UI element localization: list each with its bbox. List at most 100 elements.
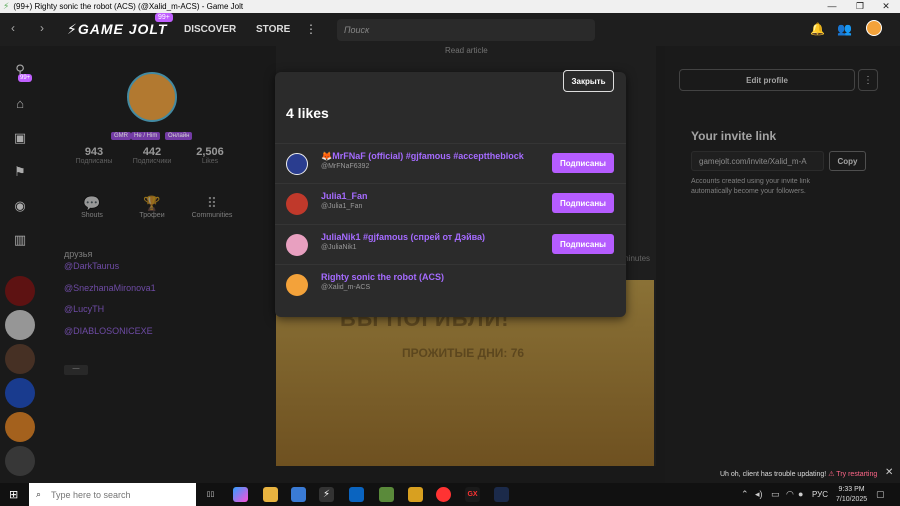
invite-description: Accounts created using your invite link …	[691, 178, 811, 195]
taskbar-search-input[interactable]	[29, 483, 196, 506]
profile-shouts[interactable]: 💬 Shouts	[72, 195, 112, 219]
speech-bubble-icon: 💬	[83, 195, 101, 211]
maximize-icon[interactable]: ❐	[846, 0, 874, 13]
windows-start-icon[interactable]: ⊞	[9, 488, 18, 501]
search-input[interactable]	[337, 19, 595, 41]
wifi-icon[interactable]: ◠	[786, 489, 794, 500]
liker-avatar[interactable]	[286, 193, 308, 215]
nav-more-icon[interactable]: ⋮	[305, 22, 317, 36]
realms-icon[interactable]: ▥	[10, 230, 30, 250]
liker-username: @Xalid_m-ACS	[321, 284, 371, 291]
friends-icon[interactable]: 👥	[837, 22, 852, 36]
like-row[interactable]: Julia1_Fan @Julia1_Fan Подписаны	[275, 183, 626, 223]
search-icon: ⌕	[36, 489, 42, 499]
nav-discover[interactable]: DISCOVER	[184, 24, 236, 35]
profile-more-button[interactable]: ⋮	[858, 69, 878, 91]
profile-communities[interactable]: ⠿ Communities	[190, 195, 234, 219]
back-icon[interactable]: ‹	[11, 21, 15, 35]
store-app-icon[interactable]	[291, 487, 306, 502]
stat-value: 943	[84, 146, 104, 158]
stat-label: Подписаны	[75, 158, 113, 165]
file-explorer-icon[interactable]	[263, 487, 278, 502]
shop-icon[interactable]: ⚑	[10, 162, 30, 182]
game-app-icon[interactable]	[408, 487, 423, 502]
tray-app-icon[interactable]: ●	[798, 489, 803, 499]
bell-icon[interactable]: 🔔	[810, 22, 825, 36]
community-avatar[interactable]	[5, 344, 35, 374]
library-icon[interactable]: ⌂	[10, 94, 30, 114]
stat-following[interactable]: 943 Подписаны	[72, 146, 116, 165]
volume-icon[interactable]: ◂)	[755, 489, 763, 500]
opera-gx-icon[interactable]: GX	[465, 487, 480, 502]
copilot-icon[interactable]	[233, 487, 248, 502]
trophy-icon: 🏆	[143, 195, 161, 211]
edit-profile-button[interactable]: Edit profile	[679, 69, 855, 91]
stat-value: 2,506	[196, 146, 224, 158]
following-button[interactable]: Подписаны	[552, 193, 614, 213]
community-avatar[interactable]	[5, 378, 35, 408]
stat-likes[interactable]: 2,506 Likes	[188, 146, 232, 165]
liker-avatar[interactable]	[286, 153, 308, 175]
like-row[interactable]: 🦊MrFNaF (official) #gjfamous #accepttheb…	[275, 143, 626, 183]
stat-followers[interactable]: 442 Подписчики	[130, 146, 174, 165]
liker-name[interactable]: 🦊MrFNaF (official) #gjfamous #accepttheb…	[321, 151, 524, 162]
community-avatar[interactable]	[5, 276, 35, 306]
chat-icon[interactable]: ◉	[10, 196, 30, 216]
clock-time: 9:33 PM	[838, 486, 865, 493]
close-window-icon[interactable]: ✕	[872, 0, 900, 13]
liker-name[interactable]: Righty sonic the robot (ACS)	[321, 272, 444, 282]
left-sidebar: ⚲ 99+ ⌂ ▣ ⚑ ◉ ▥	[0, 46, 40, 483]
try-restarting-link[interactable]: Try restarting	[836, 471, 877, 478]
liker-name[interactable]: JuliaNik1 #gjfamous (спрей от Дэйва)	[321, 232, 485, 242]
friend-link[interactable]: @SnezhanaMironova1	[64, 283, 156, 293]
profile-item-label: Трофеи	[139, 212, 165, 219]
like-row[interactable]: Righty sonic the robot (ACS) @Xalid_m-AC…	[275, 264, 626, 304]
community-avatar[interactable]	[5, 310, 35, 340]
outlook-icon[interactable]	[349, 487, 364, 502]
more-friends-button[interactable]: —	[64, 365, 88, 375]
friend-link[interactable]: @DarkTaurus	[64, 261, 119, 271]
copy-button[interactable]: Copy	[829, 151, 866, 171]
steam-icon[interactable]	[494, 487, 509, 502]
clock[interactable]: 9:33 PM 7/10/2025	[836, 485, 867, 505]
read-article-link[interactable]: Read article	[445, 46, 488, 55]
user-avatar[interactable]	[866, 20, 882, 36]
window-titlebar: ⚡ (99+) Righty sonic the robot (ACS) (@X…	[0, 0, 900, 13]
clock-date: 7/10/2025	[836, 496, 868, 503]
gamejolt-logo[interactable]: ⚡GAME JOLT	[67, 21, 167, 38]
invite-link-field[interactable]	[691, 151, 824, 171]
notifications-icon[interactable]: ▢	[876, 489, 885, 500]
invite-title: Your invite link	[691, 129, 777, 143]
nav-store[interactable]: STORE	[256, 24, 290, 35]
stat-label: Likes	[201, 158, 219, 165]
forward-icon[interactable]: ›	[40, 21, 44, 35]
friend-link[interactable]: @DIABLOSONICEXE	[64, 326, 153, 336]
following-button[interactable]: Подписаны	[552, 234, 614, 254]
profile-avatar[interactable]	[127, 72, 177, 122]
community-avatar[interactable]	[5, 446, 35, 476]
logo-text: GAME JOLT	[77, 21, 168, 37]
gamejolt-app-icon[interactable]: ⚡	[319, 487, 334, 502]
following-button[interactable]: Подписаны	[552, 153, 614, 173]
community-avatar[interactable]	[5, 412, 35, 442]
liker-avatar[interactable]	[286, 274, 308, 296]
inventory-icon[interactable]: ▣	[10, 128, 30, 148]
likes-title: 4 likes	[286, 105, 329, 121]
minecraft-icon[interactable]	[379, 487, 394, 502]
task-view-icon[interactable]: ▯▯	[203, 487, 218, 502]
profile-tag: Онлайн	[165, 132, 193, 140]
profile-trophies[interactable]: 🏆 Трофеи	[132, 195, 172, 219]
tray-chevron-icon[interactable]: ⌃	[741, 489, 749, 500]
minimize-icon[interactable]: —	[818, 0, 846, 13]
yandex-browser-icon[interactable]	[436, 487, 451, 502]
battery-icon[interactable]: ▭	[771, 489, 780, 500]
liker-username: @Julia1_Fan	[321, 203, 363, 210]
friend-link[interactable]: @LucyTH	[64, 304, 104, 314]
language-indicator[interactable]: РУС	[812, 490, 828, 499]
like-row[interactable]: JuliaNik1 #gjfamous (спрей от Дэйва) @Ju…	[275, 224, 626, 264]
liker-name[interactable]: Julia1_Fan	[321, 191, 368, 201]
close-modal-button[interactable]: Закрыть	[563, 70, 614, 92]
toast-close-icon[interactable]: ✕	[885, 467, 893, 478]
update-toast: Uh oh, client has trouble updating! ⚠ Tr…	[720, 470, 877, 478]
liker-avatar[interactable]	[286, 234, 308, 256]
